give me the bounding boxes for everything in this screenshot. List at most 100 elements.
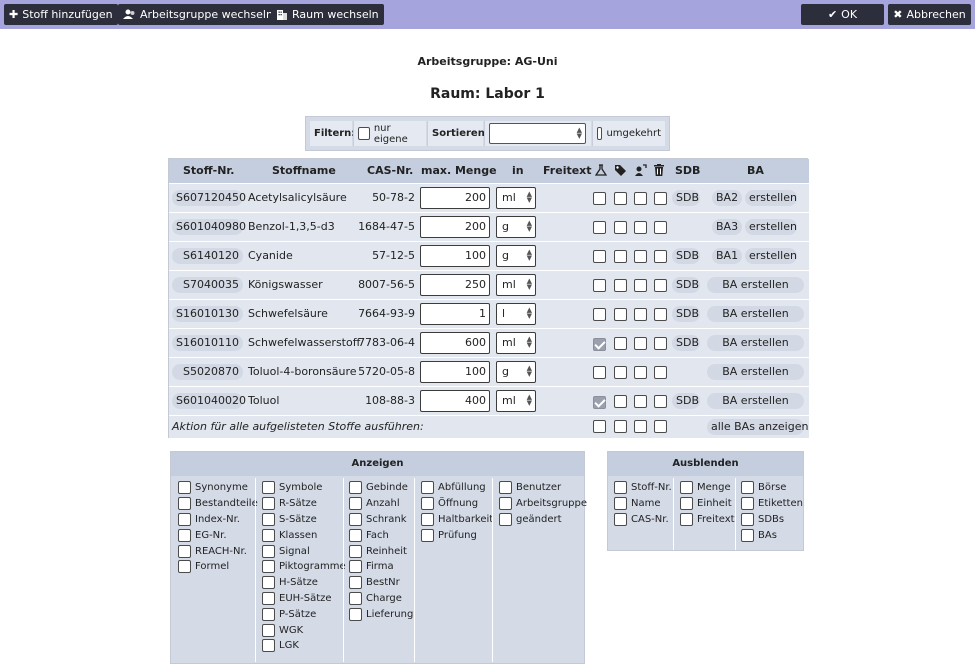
delete-checkbox[interactable]	[654, 366, 667, 379]
ba-code[interactable]: BA1	[712, 248, 742, 264]
delete-checkbox[interactable]	[654, 279, 667, 292]
user-checkbox[interactable]	[634, 337, 647, 350]
option-checkbox[interactable]	[262, 544, 275, 558]
option-checkbox[interactable]	[614, 497, 627, 511]
user-checkbox[interactable]	[634, 250, 647, 263]
option-checkbox[interactable]	[499, 512, 512, 526]
option-checkbox[interactable]	[421, 481, 434, 495]
option-checkbox[interactable]	[741, 497, 754, 511]
option-checkbox[interactable]	[262, 481, 275, 495]
option-item[interactable]: Bestandteile	[178, 496, 258, 512]
max-amount-input[interactable]: 200	[420, 187, 490, 209]
option-item[interactable]: REACH-Nr.	[178, 543, 258, 559]
option-item[interactable]: Einheit	[680, 496, 735, 512]
max-amount-input[interactable]: 600	[420, 332, 490, 354]
option-checkbox[interactable]	[262, 607, 275, 621]
ba-create-button[interactable]: erstellen	[745, 219, 797, 235]
option-item[interactable]: EUH-Sätze	[262, 591, 346, 607]
option-item[interactable]: Freitext	[680, 512, 735, 528]
cancel-button[interactable]: ✖ Abbrechen	[888, 4, 971, 25]
tags-checkbox[interactable]	[614, 308, 627, 321]
option-checkbox[interactable]	[262, 591, 275, 605]
delete-checkbox[interactable]	[654, 308, 667, 321]
own-checkbox[interactable]	[358, 127, 370, 140]
reverse-checkbox[interactable]	[597, 127, 603, 140]
all-checkbox-2[interactable]	[614, 420, 627, 433]
sdb-button[interactable]: SDB	[672, 393, 700, 409]
option-item[interactable]: Lieferung	[349, 606, 413, 622]
sdb-button[interactable]: SDB	[672, 335, 700, 351]
delete-checkbox[interactable]	[654, 192, 667, 205]
max-amount-input[interactable]: 100	[420, 245, 490, 267]
option-checkbox[interactable]	[178, 560, 191, 574]
user-checkbox[interactable]	[634, 192, 647, 205]
option-item[interactable]: Piktogramme	[262, 559, 346, 575]
substance-number[interactable]: S6140120	[172, 248, 243, 264]
ba-code[interactable]: BA3	[712, 219, 742, 235]
ba-code[interactable]: BA2	[712, 190, 742, 206]
option-item[interactable]: P-Sätze	[262, 606, 346, 622]
sort-select[interactable]: ▲ ▼	[489, 123, 586, 144]
option-item[interactable]: R-Sätze	[262, 496, 346, 512]
option-item[interactable]: geändert	[499, 512, 587, 528]
tags-checkbox[interactable]	[614, 192, 627, 205]
unit-select[interactable]: g ▲ ▼	[496, 361, 536, 383]
option-checkbox[interactable]	[349, 576, 362, 590]
option-checkbox[interactable]	[262, 528, 275, 542]
option-checkbox[interactable]	[499, 497, 512, 511]
flask-checkbox[interactable]	[593, 192, 606, 205]
option-item[interactable]: Anzahl	[349, 496, 413, 512]
tags-checkbox[interactable]	[614, 366, 627, 379]
option-checkbox[interactable]	[178, 528, 191, 542]
unit-select[interactable]: ml ▲ ▼	[496, 187, 536, 209]
option-checkbox[interactable]	[262, 639, 275, 653]
option-checkbox[interactable]	[178, 481, 191, 495]
option-checkbox[interactable]	[349, 481, 362, 495]
user-checkbox[interactable]	[634, 366, 647, 379]
option-item[interactable]: Name	[614, 496, 672, 512]
option-item[interactable]: Öffnung	[421, 496, 493, 512]
option-item[interactable]: S-Sätze	[262, 512, 346, 528]
max-amount-input[interactable]: 400	[420, 390, 490, 412]
flask-checkbox[interactable]	[593, 221, 606, 234]
option-item[interactable]: Reinheit	[349, 543, 413, 559]
option-item[interactable]: Menge	[680, 480, 735, 496]
option-item[interactable]: LGK	[262, 638, 346, 654]
sdb-button[interactable]: SDB	[672, 248, 700, 264]
delete-checkbox[interactable]	[654, 250, 667, 263]
option-item[interactable]: Fach	[349, 527, 413, 543]
option-item[interactable]: BestNr	[349, 575, 413, 591]
option-item[interactable]: Schrank	[349, 512, 413, 528]
option-checkbox[interactable]	[741, 528, 754, 542]
option-item[interactable]: Prüfung	[421, 527, 493, 543]
unit-select[interactable]: l ▲ ▼	[496, 303, 536, 325]
option-checkbox[interactable]	[499, 481, 512, 495]
option-checkbox[interactable]	[178, 544, 191, 558]
option-checkbox[interactable]	[262, 576, 275, 590]
ok-button[interactable]: ✔ OK	[801, 4, 884, 25]
flask-checkbox[interactable]	[593, 337, 606, 351]
flask-checkbox[interactable]	[593, 250, 606, 263]
user-checkbox[interactable]	[634, 395, 647, 408]
ba-create-button[interactable]: erstellen	[745, 248, 797, 264]
tags-checkbox[interactable]	[614, 279, 627, 292]
option-item[interactable]: Symbole	[262, 480, 346, 496]
option-checkbox[interactable]	[349, 544, 362, 558]
substance-number[interactable]: S7040035	[172, 277, 243, 293]
option-item[interactable]: Börse	[741, 480, 803, 496]
tags-checkbox[interactable]	[614, 250, 627, 263]
flask-checkbox[interactable]	[593, 395, 606, 409]
ba-create-button[interactable]: BA erstellen	[707, 393, 804, 409]
max-amount-input[interactable]: 100	[420, 361, 490, 383]
all-checkbox-1[interactable]	[593, 420, 606, 433]
unit-select[interactable]: ml ▲ ▼	[496, 390, 536, 412]
option-item[interactable]: Haltbarkeit	[421, 512, 493, 528]
option-checkbox[interactable]	[349, 591, 362, 605]
option-checkbox[interactable]	[178, 512, 191, 526]
ba-create-button[interactable]: BA erstellen	[707, 335, 804, 351]
user-checkbox[interactable]	[634, 221, 647, 234]
sdb-button[interactable]: SDB	[672, 306, 700, 322]
unit-select[interactable]: ml ▲ ▼	[496, 274, 536, 296]
option-item[interactable]: Stoff-Nr.	[614, 480, 672, 496]
ba-create-button[interactable]: BA erstellen	[707, 277, 804, 293]
